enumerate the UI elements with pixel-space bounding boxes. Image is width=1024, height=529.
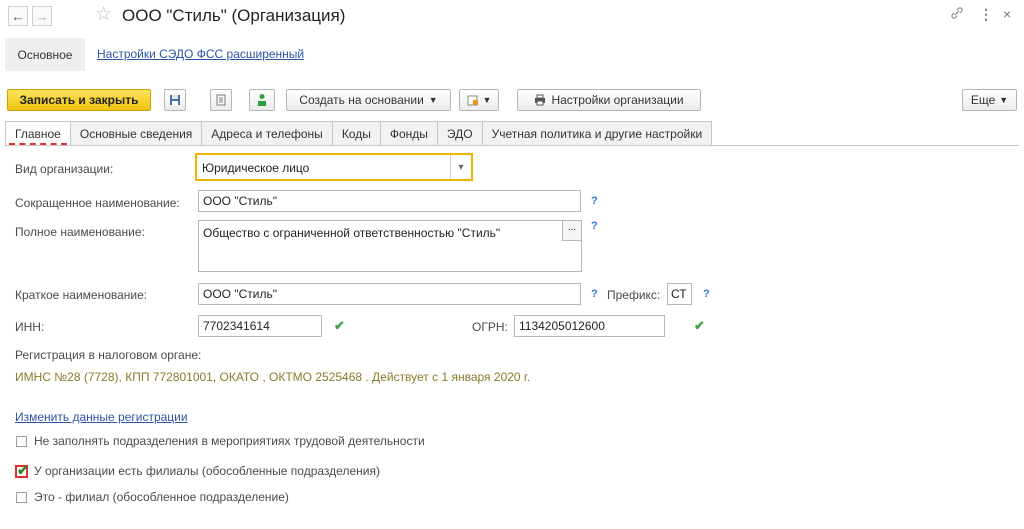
chevron-down-icon: ▼ — [428, 95, 438, 105]
report-icon — [467, 95, 478, 106]
registration-label: Регистрация в налоговом органе: — [15, 348, 202, 362]
help-icon[interactable]: ? — [591, 195, 598, 207]
tab-funds[interactable]: Фонды — [379, 121, 438, 145]
document-button[interactable] — [210, 89, 232, 111]
check-ok-icon: ✔ — [334, 318, 345, 333]
ellipsis-button[interactable]: ... — [562, 220, 582, 241]
brief-name-input[interactable] — [198, 283, 581, 305]
checkbox-no-subdivisions[interactable] — [16, 436, 27, 447]
checkbox-no-subdivisions-label: Не заполнять подразделения в мероприятия… — [34, 434, 425, 448]
full-name-label: Полное наименование: — [15, 225, 145, 239]
checkbox-has-branches[interactable]: ✔ — [15, 462, 29, 478]
more-label: Еще — [970, 93, 996, 107]
checkbox-is-branch[interactable] — [16, 492, 27, 503]
tab-main[interactable]: Главное — [5, 121, 71, 145]
favorite-star-icon[interactable]: ☆ — [95, 3, 112, 26]
prefix-input[interactable] — [667, 283, 692, 305]
help-icon[interactable]: ? — [591, 288, 598, 300]
tab-codes[interactable]: Коды — [331, 121, 381, 145]
forward-button[interactable]: → — [32, 6, 52, 26]
nav-main[interactable]: Основное — [5, 38, 85, 71]
tab-accounting-policy[interactable]: Учетная политика и другие настройки — [481, 121, 713, 145]
arrow-left-icon: ← — [11, 8, 25, 24]
short-name-label: Сокращенное наименование: — [15, 196, 180, 210]
org-type-label: Вид организации: — [15, 162, 114, 176]
inn-input[interactable] — [198, 315, 322, 337]
dropdown-arrow-icon[interactable]: ▾ — [450, 155, 471, 179]
back-button[interactable]: ← — [8, 6, 28, 26]
create-based-label: Создать на основании — [299, 93, 424, 107]
help-icon[interactable]: ? — [703, 288, 710, 300]
more-menu-icon[interactable]: ⋮ — [979, 6, 993, 23]
org-settings-button[interactable]: Настройки организации — [517, 89, 701, 111]
document-icon — [216, 94, 226, 106]
hierarchy-icon — [258, 94, 266, 106]
tab-basic-info[interactable]: Основные сведения — [69, 121, 203, 145]
tab-addresses[interactable]: Адреса и телефоны — [201, 121, 333, 145]
tab-edo[interactable]: ЭДО — [436, 121, 483, 145]
create-based-on-dropdown[interactable]: Создать на основании ▼ — [286, 89, 451, 111]
tab-bar: Главное Основные сведения Адреса и телеф… — [5, 121, 713, 145]
brief-name-label: Краткое наименование: — [15, 288, 148, 302]
more-dropdown[interactable]: Еще ▼ — [962, 89, 1017, 111]
chevron-down-icon: ▼ — [482, 95, 492, 105]
org-type-value: Юридическое лицо — [202, 161, 310, 175]
checkbox-has-branches-label: У организации есть филиалы (обособленные… — [34, 464, 380, 478]
org-type-select[interactable]: Юридическое лицо ▾ — [195, 153, 473, 181]
ogrn-label: ОГРН: — [472, 320, 508, 334]
prefix-label: Префикс: — [607, 288, 661, 302]
chevron-down-icon: ▼ — [999, 95, 1009, 105]
printer-icon — [535, 94, 546, 106]
save-and-close-button[interactable]: Записать и закрыть — [7, 89, 151, 111]
save-button[interactable] — [164, 89, 186, 111]
nav-sedo-settings-link[interactable]: Настройки СЭДО ФСС расширенный — [97, 47, 304, 61]
arrow-right-icon: → — [35, 8, 49, 24]
full-name-value: Общество с ограниченной ответственностью… — [203, 226, 501, 240]
short-name-input[interactable] — [198, 190, 581, 212]
close-icon[interactable]: × — [1003, 6, 1011, 22]
check-ok-icon: ✔ — [694, 318, 705, 333]
floppy-icon — [170, 95, 180, 105]
registration-info: ИМНС №28 (7728), КПП 772801001, ОКАТО , … — [15, 370, 531, 384]
active-tab-highlight — [9, 143, 67, 145]
link-icon[interactable] — [950, 6, 964, 23]
change-registration-link[interactable]: Изменить данные регистрации — [15, 410, 188, 424]
inn-label: ИНН: — [15, 320, 45, 334]
full-name-textarea[interactable]: Общество с ограниченной ответственностью… — [198, 220, 582, 272]
ogrn-input[interactable] — [514, 315, 665, 337]
print-dropdown[interactable]: ▼ — [459, 89, 499, 111]
org-settings-label: Настройки организации — [551, 93, 684, 107]
structure-button[interactable] — [249, 89, 275, 111]
help-icon[interactable]: ? — [591, 220, 598, 232]
window-title: ООО "Стиль" (Организация) — [122, 6, 346, 25]
tab-panel-border — [5, 145, 1019, 146]
checkmark-icon: ✔ — [17, 462, 29, 478]
checkbox-is-branch-label: Это - филиал (обособленное подразделение… — [34, 490, 289, 504]
